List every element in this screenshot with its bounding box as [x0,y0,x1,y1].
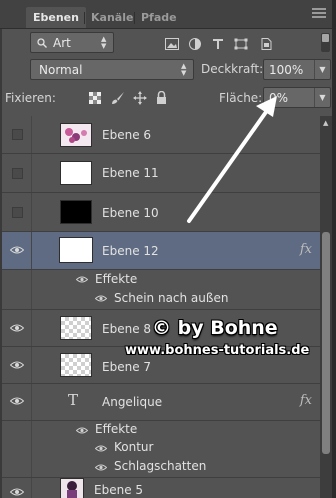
fill-value: 0% [269,91,289,105]
layer-thumbnail[interactable] [60,478,84,498]
fill-label: Fläche: [219,91,263,105]
search-icon [37,38,47,48]
filter-kind-select[interactable]: Art ▲ ▼ [30,32,114,53]
opacity-field[interactable]: 100% ▼ [263,59,331,80]
filter-toggle-switch[interactable] [321,33,330,52]
layer-row-selected[interactable]: Ebene 12 fx [2,232,320,270]
dropdown-arrow-icon[interactable]: ▼ [314,88,330,107]
updown-arrows-icon: ▲ ▼ [101,35,107,50]
visibility-cell[interactable] [2,347,32,383]
layer-list: Ebene 6 Ebene 11 Ebene 10 Ebene 12 fx Ef… [2,116,320,498]
fx-icon[interactable]: fx [300,242,312,257]
updown-arrows-icon: ▲ ▼ [181,62,187,77]
visibility-cell[interactable] [2,232,32,269]
type-filter-icon[interactable] [211,38,225,50]
layer-thumbnail[interactable] [60,316,92,340]
opacity-value: 100% [269,63,304,77]
panel-menu-icon[interactable] [312,8,326,20]
layer-row[interactable]: Ebene 10 [2,193,320,232]
tab-paths[interactable]: Pfade [134,7,184,28]
eye-icon[interactable] [95,464,107,471]
layer-thumbnail[interactable] [60,161,92,185]
effect-drop-shadow[interactable]: Schlagschatten [114,459,206,473]
visibility-cell[interactable] [2,478,32,498]
filter-kind-label: Art [53,36,71,50]
layer-row[interactable]: Ebene 6 [2,116,320,154]
lock-image-pixels-brush-icon[interactable] [111,91,125,105]
effects-label: Effekte [95,272,138,286]
fx-icon[interactable]: fx [300,393,312,408]
layer-effects-group: Effekte Schein nach außen [2,270,320,310]
smart-object-filter-icon[interactable] [259,38,273,50]
eye-icon[interactable] [76,427,88,434]
layer-thumbnail[interactable] [60,200,92,224]
visibility-cell [2,270,32,309]
image-filter-icon[interactable] [165,38,179,50]
visibility-cell[interactable] [2,310,32,346]
effects-label: Effekte [95,422,138,436]
tab-layers[interactable]: Ebenen [26,7,86,28]
layer-name: Ebene 7 [102,360,152,374]
layer-thumbnail[interactable] [59,237,93,263]
watermark-url: www.bohnes-tutorials.de [125,343,310,358]
watermark-copyright: © by Bohne [152,317,278,339]
fill-field[interactable]: 0% ▼ [263,87,331,108]
layers-panel: Ebenen Kanäle Pfade Art ▲ ▼ Normal ▲ ▼ D… [0,0,336,498]
layer-row[interactable]: T Angelique fx [2,384,320,421]
shape-filter-icon[interactable] [234,38,248,50]
floral-thumbnail-image [65,128,87,143]
visibility-off-box[interactable] [12,207,23,218]
eye-icon[interactable] [95,445,107,452]
layer-name: Ebene 10 [102,206,159,220]
tab-channels[interactable]: Kanäle [84,7,140,28]
visibility-cell[interactable] [2,154,32,192]
effect-outer-glow[interactable]: Schein nach außen [114,291,228,305]
layer-thumbnail[interactable] [60,353,92,377]
lock-all-icon[interactable] [156,91,167,104]
eye-icon[interactable] [10,488,24,496]
blend-mode-value: Normal [39,63,83,77]
layer-name: Ebene 6 [102,128,152,142]
eye-icon[interactable] [95,295,107,302]
layer-name: Ebene 5 [94,483,144,497]
scrollbar-thumb[interactable] [322,232,330,454]
panel-right-border [332,0,336,498]
visibility-off-box[interactable] [12,129,23,140]
layer-name: Angelique [102,395,163,409]
layer-name: Ebene 12 [102,244,159,258]
effect-stroke[interactable]: Kontur [114,440,153,454]
eye-icon[interactable] [76,276,88,283]
lock-transparent-pixels-icon[interactable] [89,92,101,104]
adjustment-filter-icon[interactable] [188,38,202,50]
figure-thumbnail-image [67,481,77,498]
lock-position-move-icon[interactable] [133,91,147,105]
dropdown-arrow-icon[interactable]: ▼ [314,60,330,79]
opacity-label: Deckkraft: [201,62,264,76]
visibility-cell [2,421,32,477]
visibility-cell[interactable] [2,193,32,231]
visibility-cell[interactable] [2,384,32,420]
blend-mode-select[interactable]: Normal ▲ ▼ [30,59,194,80]
layer-row[interactable]: Ebene 11 [2,154,320,193]
layer-name: Ebene 8 [102,322,152,336]
layer-name: Ebene 11 [102,166,159,180]
tab-bar: Ebenen Kanäle Pfade [0,0,336,29]
layer-effects-group: Effekte Kontur Schlagschatten [2,421,320,478]
eye-icon[interactable] [10,246,24,254]
eye-icon[interactable] [10,361,24,369]
visibility-off-box[interactable] [12,168,23,179]
visibility-cell[interactable] [2,116,32,153]
eye-icon[interactable] [10,324,24,332]
type-layer-icon[interactable]: T [68,391,78,409]
lock-label: Fixieren: [5,91,56,105]
eye-icon[interactable] [10,397,24,405]
scroll-up-arrow-icon[interactable]: ▲ [323,119,328,127]
layer-row[interactable]: Ebene 5 [2,478,320,498]
layer-thumbnail[interactable] [60,123,92,147]
